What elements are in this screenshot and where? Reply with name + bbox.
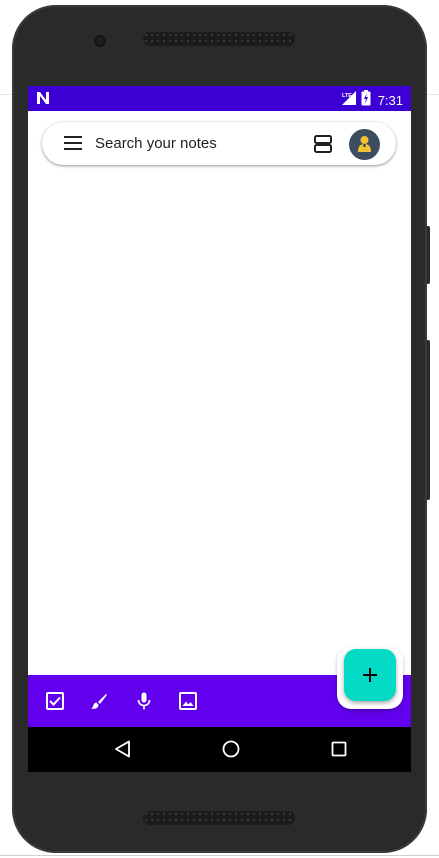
- system-nav-bar: [28, 727, 411, 772]
- lte-signal-icon: LTE: [341, 90, 357, 111]
- search-input[interactable]: Search your notes: [95, 135, 217, 152]
- add-note-button[interactable]: [344, 649, 396, 701]
- status-time: 7:31: [377, 93, 403, 108]
- phone-frame: LTE 7:31 Search your notes: [12, 5, 427, 853]
- phone-screen: LTE 7:31 Search your notes: [28, 86, 411, 772]
- account-avatar[interactable]: [349, 129, 380, 160]
- n-logo-icon: [36, 91, 50, 110]
- microphone-icon[interactable]: [135, 692, 153, 715]
- front-camera: [94, 35, 106, 47]
- battery-icon: [361, 90, 371, 111]
- network-label: LTE: [342, 93, 352, 99]
- bottom-speaker: [143, 811, 295, 825]
- checkbox-icon[interactable]: [46, 692, 64, 715]
- image-icon[interactable]: [179, 692, 197, 715]
- plus-icon: [363, 668, 377, 682]
- menu-icon[interactable]: [64, 136, 82, 155]
- back-icon[interactable]: [114, 740, 132, 763]
- status-bar: LTE 7:31: [28, 86, 411, 111]
- background-divider-bottom: [0, 855, 439, 856]
- home-icon[interactable]: [222, 740, 240, 763]
- status-indicators: LTE 7:31: [341, 90, 403, 111]
- list-view-icon[interactable]: [314, 135, 332, 158]
- person-icon: [358, 136, 371, 152]
- brush-icon[interactable]: [90, 692, 108, 715]
- recents-icon[interactable]: [330, 740, 348, 763]
- top-speaker: [143, 32, 295, 46]
- search-bar[interactable]: Search your notes: [42, 122, 396, 165]
